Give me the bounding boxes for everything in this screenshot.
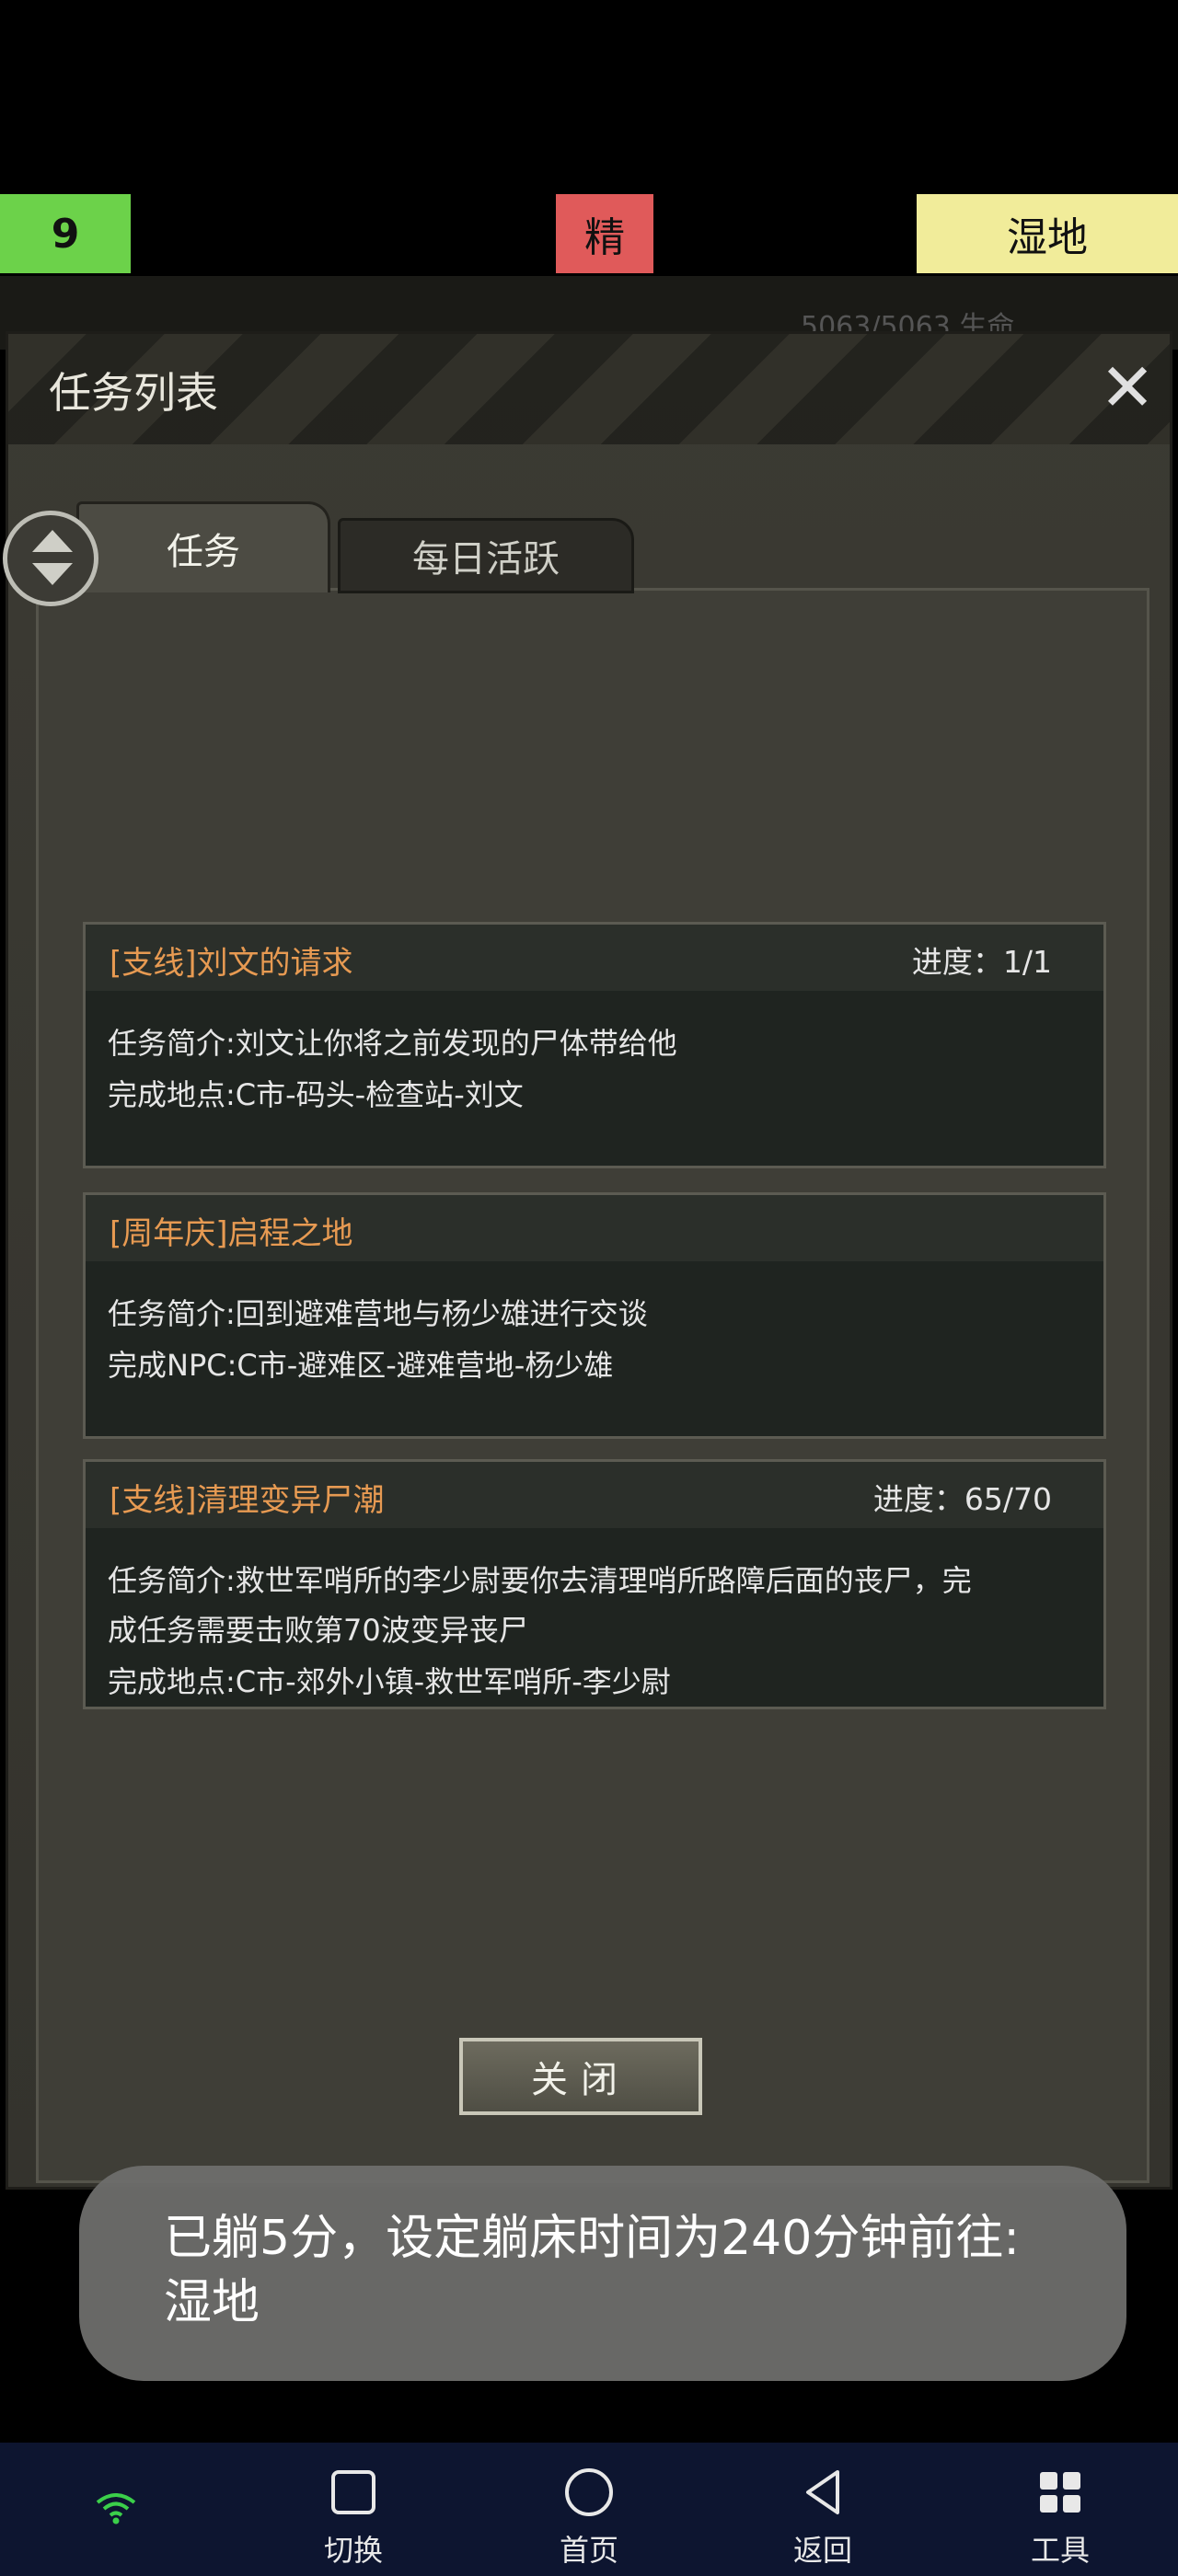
task-title: [支线]清理变异尸潮: [110, 1482, 385, 1519]
task-title: [周年庆]启程之地: [110, 1215, 353, 1252]
task-card[interactable]: [支线]清理变异尸潮 进度：65/70 任务简介:救世军哨所的李少尉要你去清理哨…: [83, 1459, 1106, 1709]
close-button[interactable]: 关闭: [459, 2038, 702, 2115]
task-list-dialog: 任务列表 ✕ [支线]刘文的请求 进度：1/1 任务简介:刘文让你将之前发现的尸…: [3, 331, 1172, 2190]
nav-back-button[interactable]: 返回: [749, 2443, 896, 2576]
task-location: 完成NPC:C市-避难区-避难营地-杨少雄: [108, 1348, 614, 1383]
nav-switch-label: 切换: [323, 2533, 383, 2568]
arrow-up-icon: [32, 530, 73, 552]
nav-tools-button[interactable]: 工具: [987, 2443, 1134, 2576]
task-card[interactable]: [周年庆]启程之地 任务简介:回到避难营地与杨少雄进行交谈 完成NPC:C市-避…: [83, 1192, 1106, 1439]
nav-home-button[interactable]: 首页: [515, 2443, 663, 2576]
task-description: 任务简介:救世军哨所的李少尉要你去清理哨所路障后面的丧尸，完: [108, 1563, 972, 1598]
task-description: 任务简介:回到避难营地与杨少雄进行交谈: [108, 1296, 648, 1331]
toast-message: 已躺5分，设定躺床时间为240分钟前往:湿地: [79, 2166, 1126, 2381]
tab-task[interactable]: 任务: [76, 501, 330, 592]
task-description-cont: 成任务需要击败第70波变异丧尸: [108, 1613, 528, 1648]
task-location: 完成地点:C市-码头-检查站-刘文: [108, 1077, 524, 1112]
task-title: [支线]刘文的请求: [110, 945, 353, 982]
nav-home-label: 首页: [559, 2533, 618, 2568]
square-icon: [331, 2470, 375, 2514]
wifi-icon: [96, 2493, 136, 2524]
nav-tools-label: 工具: [1030, 2533, 1090, 2568]
task-card[interactable]: [支线]刘文的请求 进度：1/1 任务简介:刘文让你将之前发现的尸体带给他 完成…: [83, 922, 1106, 1168]
back-triangle-icon: [806, 2470, 839, 2514]
nav-back-label: 返回: [792, 2533, 852, 2568]
bottom-navbar: 切换 首页 返回 工具: [0, 2443, 1178, 2576]
task-panel: [支线]刘文的请求 进度：1/1 任务简介:刘文让你将之前发现的尸体带给他 完成…: [36, 588, 1149, 2183]
scroll-toggle-icon[interactable]: [3, 511, 98, 606]
tab-daily-activity[interactable]: 每日活跃: [338, 518, 634, 593]
dialog-title: 任务列表: [49, 368, 218, 418]
task-location: 完成地点:C市-郊外小镇-救世军哨所-李少尉: [108, 1664, 671, 1699]
nav-switch-button[interactable]: 切换: [280, 2443, 427, 2576]
toast-text: 已躺5分，设定躺床时间为240分钟前往:湿地: [164, 2211, 1020, 2330]
task-progress: 进度：65/70: [872, 1481, 1052, 1517]
circle-icon: [565, 2468, 613, 2516]
terrain-badge: 湿地: [917, 194, 1178, 273]
elite-badge: 精: [556, 194, 653, 273]
task-description: 任务简介:刘文让你将之前发现的尸体带给他: [108, 1026, 677, 1061]
close-icon[interactable]: ✕: [1091, 351, 1164, 424]
arrow-down-icon: [32, 563, 73, 585]
level-badge: 9: [0, 194, 131, 273]
task-progress: 进度：1/1: [911, 944, 1052, 980]
grid-icon: [1040, 2472, 1080, 2513]
